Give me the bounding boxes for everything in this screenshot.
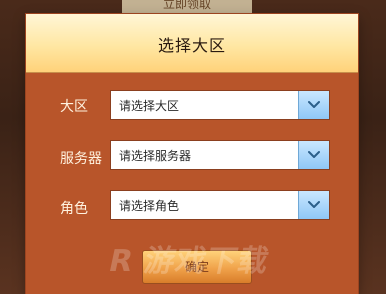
watermark-logo: R 游戏下载: [105, 244, 273, 279]
role-dropdown-button[interactable]: [298, 191, 329, 219]
server-dropdown-button[interactable]: [298, 141, 329, 169]
server-select-placeholder: 请选择服务器: [119, 149, 192, 163]
region-select-placeholder: 请选择大区: [119, 99, 180, 113]
dialog-title: 选择大区: [157, 36, 226, 55]
chevron-down-icon: [308, 201, 320, 208]
chevron-down-icon: [308, 151, 320, 158]
role-select[interactable]: 请选择角色: [110, 190, 330, 220]
region-dropdown-button[interactable]: [298, 91, 329, 119]
chevron-down-icon: [308, 101, 320, 108]
role-select-placeholder: 请选择角色: [119, 199, 180, 213]
region-select[interactable]: 请选择大区: [110, 90, 330, 120]
dialog-header: 选择大区: [26, 14, 358, 73]
server-select[interactable]: 请选择服务器: [110, 140, 330, 170]
